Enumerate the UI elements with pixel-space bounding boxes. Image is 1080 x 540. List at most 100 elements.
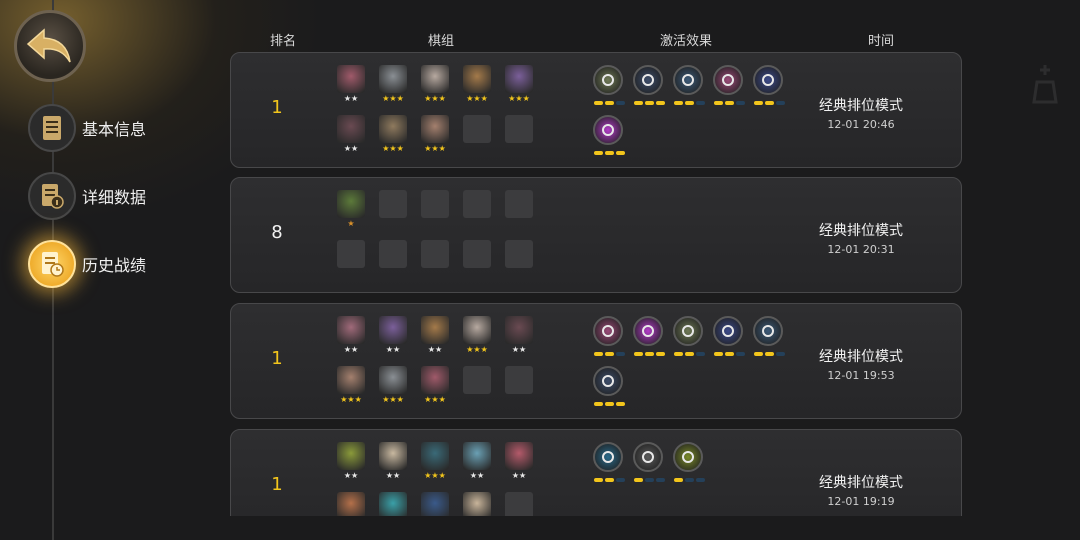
chess-piece-portrait[interactable]: ★★★	[421, 65, 449, 103]
chess-piece-portrait[interactable]: ★★	[463, 442, 491, 480]
synergy-level-segment	[674, 478, 683, 482]
match-rank: 8	[271, 222, 283, 243]
synergy-level-segment	[594, 402, 603, 406]
synergy-icon[interactable]	[753, 316, 785, 356]
synergy-level-segment	[616, 101, 625, 105]
synergy-icon[interactable]	[713, 316, 745, 356]
chess-piece-portrait[interactable]: ★★★	[379, 115, 407, 153]
game-mode: 经典排位模式	[819, 349, 903, 365]
synergy-level-bar	[594, 352, 625, 356]
chess-piece-portrait[interactable]: ★★★	[505, 65, 533, 103]
synergy-emblem-icon	[722, 325, 734, 337]
chess-piece-portrait[interactable]: ★★★	[421, 115, 449, 153]
chess-piece-portrait[interactable]: ★★★	[421, 442, 449, 480]
game-mode: 经典排位模式	[819, 98, 903, 114]
chess-piece-portrait[interactable]: ★★	[505, 316, 533, 354]
synergy-level-segment	[674, 352, 683, 356]
star-level: ★★	[343, 94, 359, 103]
chess-piece-portrait[interactable]: ★★	[421, 316, 449, 354]
chess-piece-portrait[interactable]: ★★★	[379, 65, 407, 103]
chess-piece-portrait[interactable]: ★★	[379, 316, 407, 354]
empty-piece-slot	[505, 240, 533, 268]
chess-piece-portrait[interactable]: ★★★	[337, 366, 365, 404]
star-level: ★★★	[424, 395, 446, 404]
synergy-level-segment	[594, 352, 603, 356]
chess-piece-portrait[interactable]: ★★	[337, 115, 365, 153]
star-level: ★★	[427, 345, 443, 354]
chess-piece-portrait[interactable]	[379, 492, 407, 516]
synergy-level-segment	[656, 101, 665, 105]
chess-piece-portrait[interactable]: ★★	[337, 316, 365, 354]
match-row[interactable]: 1 ★★ ★★ ★★ ★★★ ★★ ★★★ ★★★ ★★★ 经典排位模式 12-01 19:53	[230, 303, 962, 419]
synergy-emblem-icon	[602, 451, 614, 463]
synergy-emblem-icon	[602, 74, 614, 86]
chess-piece-portrait[interactable]: ★★★	[463, 316, 491, 354]
synergy-icon[interactable]	[633, 442, 665, 482]
chess-piece-portrait[interactable]: ★	[337, 190, 365, 228]
synergy-icon[interactable]	[753, 65, 785, 105]
match-history-list[interactable]: 1 ★★ ★★★ ★★★ ★★★ ★★★ ★★ ★★★ ★★★ 经典排位模式 12-01 20:46…	[0, 0, 1080, 516]
synergy-emblem-icon	[642, 325, 654, 337]
empty-piece-slot	[505, 492, 533, 516]
star-level: ★★	[385, 471, 401, 480]
match-time: 12-01 20:46	[827, 118, 895, 131]
star-level: ★	[347, 219, 355, 228]
match-row[interactable]: 1 ★★ ★★ ★★★ ★★ ★★ 经典排位模式 12-01 19:19	[230, 429, 962, 516]
match-row[interactable]: 8 ★ 经典排位模式 12-01 20:31	[230, 177, 962, 293]
synergy-icon[interactable]	[593, 442, 625, 482]
synergy-icon[interactable]	[673, 316, 705, 356]
synergy-level-segment	[696, 101, 705, 105]
chess-piece-portrait[interactable]: ★★★	[379, 366, 407, 404]
empty-piece-slot	[463, 366, 491, 394]
game-mode: 经典排位模式	[819, 475, 903, 491]
synergy-icon[interactable]	[633, 65, 665, 105]
match-row[interactable]: 1 ★★ ★★★ ★★★ ★★★ ★★★ ★★ ★★★ ★★★ 经典排位模式 12-01 20:46	[230, 52, 962, 168]
star-level: ★★	[385, 345, 401, 354]
empty-piece-slot	[463, 190, 491, 218]
match-time: 12-01 19:19	[827, 495, 895, 508]
synergy-icon[interactable]	[593, 316, 625, 356]
synergy-level-bar	[594, 478, 625, 482]
game-mode: 经典排位模式	[819, 223, 903, 239]
synergy-icon[interactable]	[593, 366, 625, 406]
synergy-icon[interactable]	[713, 65, 745, 105]
star-level: ★★	[343, 144, 359, 153]
synergy-level-segment	[605, 151, 614, 155]
synergy-icon[interactable]	[673, 442, 705, 482]
synergy-level-bar	[674, 478, 705, 482]
chess-piece-portrait[interactable]: ★★	[505, 442, 533, 480]
synergy-icon[interactable]	[593, 65, 625, 105]
star-level: ★★★	[466, 345, 488, 354]
synergy-level-segment	[696, 478, 705, 482]
star-level: ★★★	[424, 94, 446, 103]
match-rank: 1	[271, 474, 283, 495]
chess-king-icon	[1032, 65, 1058, 104]
chess-piece-portrait[interactable]	[463, 492, 491, 516]
synergy-level-bar	[674, 352, 705, 356]
chess-piece-portrait[interactable]	[421, 492, 449, 516]
chess-piece-portrait[interactable]: ★★	[379, 442, 407, 480]
synergy-level-bar	[634, 352, 665, 356]
chess-piece-portrait[interactable]: ★★★	[421, 366, 449, 404]
chess-piece-portrait[interactable]: ★★	[337, 65, 365, 103]
synergy-emblem-icon	[722, 74, 734, 86]
synergy-emblem-icon	[682, 451, 694, 463]
synergy-icon[interactable]	[673, 65, 705, 105]
star-level: ★★	[343, 471, 359, 480]
chess-piece-portrait[interactable]: ★★★	[463, 65, 491, 103]
synergy-level-segment	[605, 101, 614, 105]
synergy-emblem-icon	[602, 325, 614, 337]
synergy-icon[interactable]	[593, 115, 625, 155]
synergy-level-segment	[696, 352, 705, 356]
synergy-icon[interactable]	[633, 316, 665, 356]
synergy-level-bar	[594, 101, 625, 105]
star-level: ★★	[511, 471, 527, 480]
synergy-emblem-icon	[642, 74, 654, 86]
synergy-level-bar	[594, 402, 625, 406]
synergy-emblem-icon	[602, 124, 614, 136]
chess-piece-portrait[interactable]: ★★	[337, 442, 365, 480]
chess-piece-portrait[interactable]	[337, 492, 365, 516]
star-level: ★★	[511, 345, 527, 354]
synergy-emblem-icon	[682, 74, 694, 86]
synergy-level-segment	[685, 352, 694, 356]
